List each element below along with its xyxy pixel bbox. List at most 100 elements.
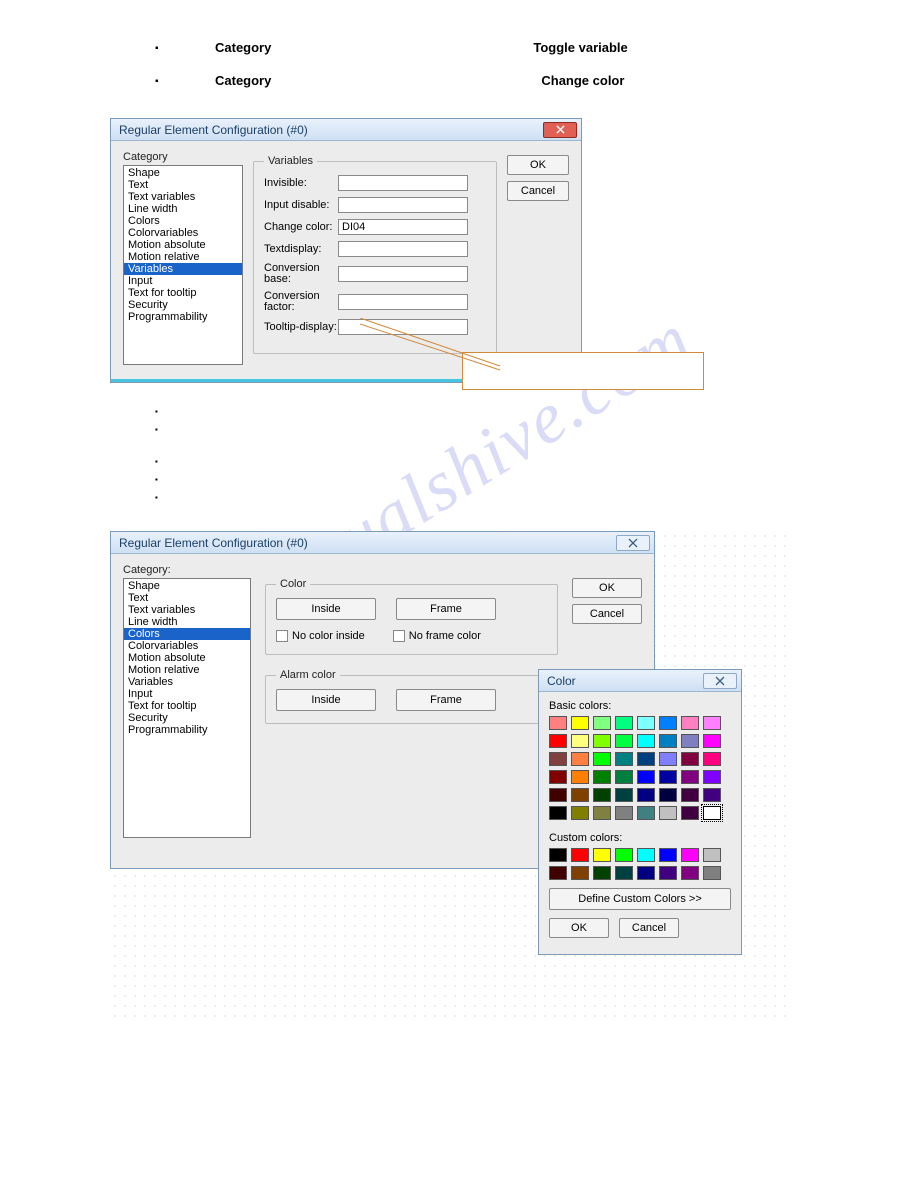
color-swatch[interactable] xyxy=(571,866,589,880)
list-item[interactable]: Text variables xyxy=(124,191,242,203)
conv-factor-input[interactable] xyxy=(338,294,468,310)
list-item[interactable]: Colorvariables xyxy=(124,640,250,652)
list-item[interactable]: Shape xyxy=(124,580,250,592)
color-swatch[interactable] xyxy=(593,734,611,748)
color-swatch[interactable] xyxy=(593,848,611,862)
color-swatch[interactable] xyxy=(659,806,677,820)
tooltip-input[interactable] xyxy=(338,319,468,335)
color-swatch[interactable] xyxy=(659,734,677,748)
no-frame-color-checkbox[interactable]: No frame color xyxy=(393,630,481,642)
color-swatch[interactable] xyxy=(615,866,633,880)
ok-button[interactable]: OK xyxy=(572,578,642,598)
color-swatch[interactable] xyxy=(681,752,699,766)
custom-colors-grid[interactable] xyxy=(549,848,731,888)
color-swatch[interactable] xyxy=(615,788,633,802)
input-disable-input[interactable] xyxy=(338,197,468,213)
list-item[interactable]: Variables xyxy=(124,263,242,275)
list-item[interactable]: Colorvariables xyxy=(124,227,242,239)
color-swatch[interactable] xyxy=(549,770,567,784)
list-item[interactable]: Text for tooltip xyxy=(124,700,250,712)
color-swatch[interactable] xyxy=(593,716,611,730)
color-swatch[interactable] xyxy=(637,716,655,730)
color-swatch[interactable] xyxy=(615,806,633,820)
color-frame-button[interactable]: Frame xyxy=(396,598,496,620)
color-swatch[interactable] xyxy=(593,752,611,766)
color-swatch[interactable] xyxy=(659,788,677,802)
define-custom-colors-button[interactable]: Define Custom Colors >> xyxy=(549,888,731,910)
color-swatch[interactable] xyxy=(549,788,567,802)
color-swatch[interactable] xyxy=(637,848,655,862)
list-item[interactable]: Variables xyxy=(124,676,250,688)
color-swatch[interactable] xyxy=(637,806,655,820)
color-swatch[interactable] xyxy=(615,716,633,730)
list-item[interactable]: Input xyxy=(124,275,242,287)
list-item[interactable]: Motion relative xyxy=(124,664,250,676)
color-swatch[interactable] xyxy=(659,770,677,784)
color-swatch[interactable] xyxy=(549,734,567,748)
color-swatch[interactable] xyxy=(571,806,589,820)
list-item[interactable]: Colors xyxy=(124,215,242,227)
alarm-frame-button[interactable]: Frame xyxy=(396,689,496,711)
alarm-inside-button[interactable]: Inside xyxy=(276,689,376,711)
color-swatch[interactable] xyxy=(703,806,721,820)
color-swatch[interactable] xyxy=(593,770,611,784)
list-item[interactable]: Programmability xyxy=(124,724,250,736)
basic-colors-grid[interactable] xyxy=(549,716,731,828)
ok-button[interactable]: OK xyxy=(549,918,609,938)
color-swatch[interactable] xyxy=(549,866,567,880)
change-color-input[interactable]: DI04 xyxy=(338,219,468,235)
color-swatch[interactable] xyxy=(571,734,589,748)
list-item[interactable]: Programmability xyxy=(124,311,242,323)
color-swatch[interactable] xyxy=(571,770,589,784)
color-swatch[interactable] xyxy=(615,848,633,862)
list-item[interactable]: Line width xyxy=(124,616,250,628)
color-swatch[interactable] xyxy=(659,716,677,730)
conv-base-input[interactable] xyxy=(338,266,468,282)
no-color-inside-checkbox[interactable]: No color inside xyxy=(276,630,365,642)
color-swatch[interactable] xyxy=(681,788,699,802)
list-item[interactable]: Security xyxy=(124,712,250,724)
close-button[interactable] xyxy=(703,673,737,689)
list-item[interactable]: Input xyxy=(124,688,250,700)
color-swatch[interactable] xyxy=(615,734,633,748)
color-swatch[interactable] xyxy=(681,806,699,820)
color-swatch[interactable] xyxy=(637,770,655,784)
list-item[interactable]: Motion relative xyxy=(124,251,242,263)
color-swatch[interactable] xyxy=(703,752,721,766)
color-swatch[interactable] xyxy=(681,716,699,730)
color-swatch[interactable] xyxy=(593,806,611,820)
list-item[interactable]: Motion absolute xyxy=(124,239,242,251)
list-item[interactable]: Security xyxy=(124,299,242,311)
category-listbox[interactable]: ShapeTextText variablesLine widthColorsC… xyxy=(123,578,251,838)
color-swatch[interactable] xyxy=(659,752,677,766)
color-swatch[interactable] xyxy=(593,788,611,802)
invisible-input[interactable] xyxy=(338,175,468,191)
color-swatch[interactable] xyxy=(637,788,655,802)
color-swatch[interactable] xyxy=(703,734,721,748)
color-swatch[interactable] xyxy=(637,866,655,880)
list-item[interactable]: Shape xyxy=(124,167,242,179)
color-swatch[interactable] xyxy=(549,848,567,862)
color-swatch[interactable] xyxy=(659,866,677,880)
list-item[interactable]: Text variables xyxy=(124,604,250,616)
color-swatch[interactable] xyxy=(571,752,589,766)
color-swatch[interactable] xyxy=(703,848,721,862)
color-swatch[interactable] xyxy=(703,716,721,730)
cancel-button[interactable]: Cancel xyxy=(572,604,642,624)
list-item[interactable]: Text xyxy=(124,592,250,604)
color-swatch[interactable] xyxy=(681,866,699,880)
color-swatch[interactable] xyxy=(571,788,589,802)
color-swatch[interactable] xyxy=(703,788,721,802)
color-swatch[interactable] xyxy=(549,806,567,820)
cancel-button[interactable]: Cancel xyxy=(507,181,569,201)
ok-button[interactable]: OK xyxy=(507,155,569,175)
color-swatch[interactable] xyxy=(593,866,611,880)
color-swatch[interactable] xyxy=(703,866,721,880)
color-swatch[interactable] xyxy=(615,752,633,766)
color-swatch[interactable] xyxy=(637,752,655,766)
color-swatch[interactable] xyxy=(549,752,567,766)
list-item[interactable]: Colors xyxy=(124,628,250,640)
color-swatch[interactable] xyxy=(615,770,633,784)
color-swatch[interactable] xyxy=(681,734,699,748)
list-item[interactable]: Text xyxy=(124,179,242,191)
